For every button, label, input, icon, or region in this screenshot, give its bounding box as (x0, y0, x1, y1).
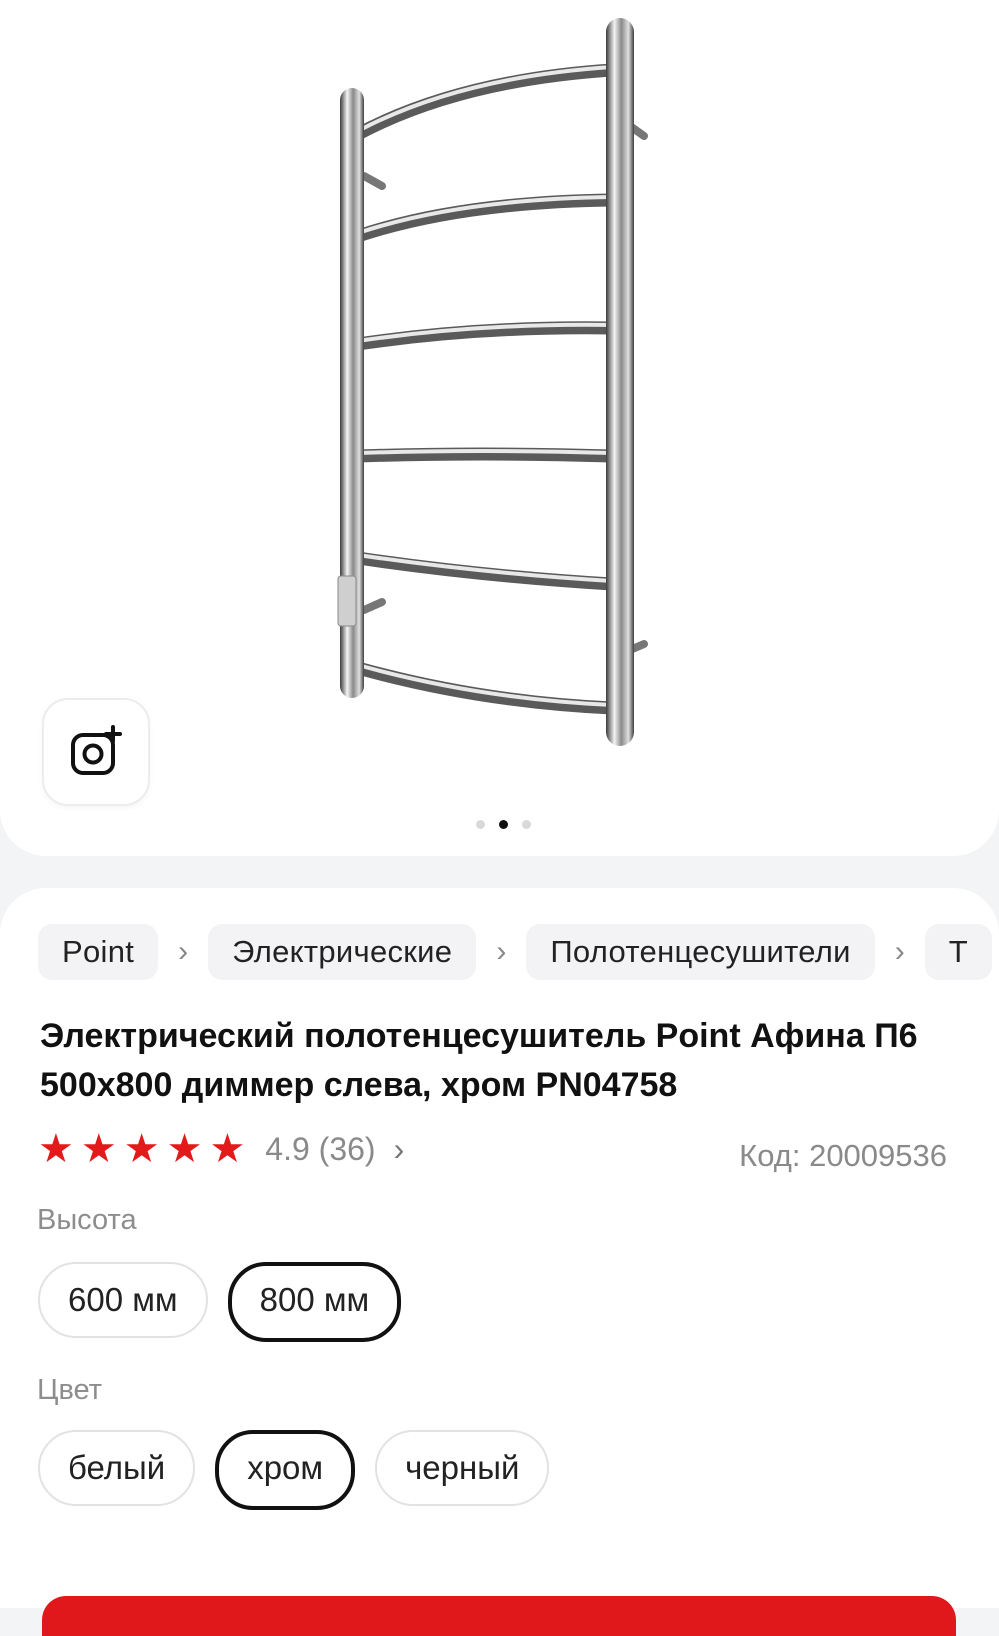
height-option-800[interactable]: 800 мм (227, 1262, 402, 1342)
product-title-line: Электрический полотенцесушитель Point Аф… (40, 1017, 918, 1055)
chevron-right-icon: › (178, 935, 189, 968)
height-option-600[interactable]: 600 мм (38, 1262, 208, 1338)
color-option-white[interactable]: белый (38, 1430, 196, 1506)
star-icon: ★ (123, 1127, 160, 1171)
breadcrumb: Point › Электрические › Полотенцесушител… (38, 924, 993, 980)
star-icon: ★ (80, 1127, 117, 1171)
chevron-right-icon: › (496, 935, 507, 968)
rating-value: 4.9 (36) (265, 1130, 376, 1167)
height-options: 600 мм 800 мм (38, 1262, 402, 1342)
ar-view-button[interactable] (42, 698, 150, 806)
breadcrumb-item[interactable]: Полотенцесушители (526, 924, 875, 980)
star-icon: ★ (209, 1127, 246, 1171)
color-option-black[interactable]: черный (375, 1430, 550, 1506)
breadcrumb-item[interactable]: Т (924, 924, 993, 980)
breadcrumb-item[interactable]: Электрические (208, 924, 477, 980)
rating-link[interactable]: ★ ★ ★ ★ ★ 4.9 (36) › (38, 1128, 404, 1170)
height-option-label: Высота (37, 1204, 137, 1236)
pagination-dot[interactable] (522, 820, 531, 829)
camera-plus-icon (71, 725, 122, 775)
product-image (337, 18, 648, 746)
product-code: Код: 20009536 (739, 1138, 947, 1173)
product-info-panel: Point › Электрические › Полотенцесушител… (0, 888, 999, 1636)
rating-stars: ★ ★ ★ ★ ★ (38, 1128, 245, 1170)
color-options: белый хром черный (38, 1430, 550, 1510)
gallery-pagination (476, 820, 531, 829)
chevron-right-icon: › (894, 935, 905, 968)
add-to-cart-button[interactable] (42, 1596, 956, 1636)
star-icon: ★ (166, 1127, 203, 1171)
color-option-chrome[interactable]: хром (215, 1430, 356, 1510)
pagination-dot-active[interactable] (499, 820, 508, 829)
color-option-label: Цвет (37, 1374, 102, 1406)
breadcrumb-item[interactable]: Point (38, 924, 159, 980)
product-title-line: 500x800 диммер слева, хром PN04758 (40, 1066, 678, 1104)
star-icon: ★ (38, 1127, 74, 1171)
product-gallery (0, 0, 999, 856)
chevron-right-icon: › (393, 1130, 405, 1167)
pagination-dot[interactable] (476, 820, 485, 829)
product-title: Электрический полотенцесушитель Point Аф… (40, 1012, 980, 1110)
